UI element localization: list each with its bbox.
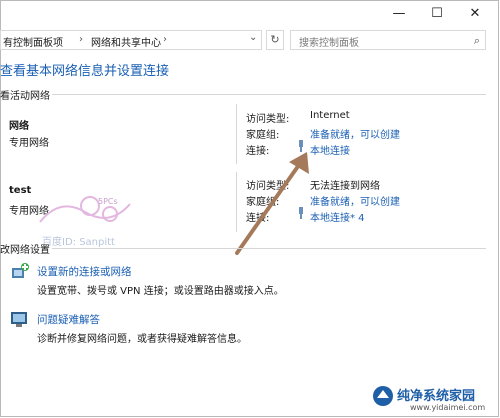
watermark-logo: 5PCs	[39, 196, 131, 223]
breadcrumb-network-center[interactable]: 网络和共享中心	[91, 34, 161, 49]
connection-link[interactable]: 本地连接	[310, 142, 350, 157]
maximize-button[interactable]: ☐	[420, 4, 454, 24]
search-icon[interactable]: ⌕	[474, 34, 480, 48]
address-bar[interactable]: 有控制面板项 › 网络和共享中心 › ⌄	[0, 30, 262, 50]
site-name: 纯净系统家园	[397, 389, 476, 404]
connection-link[interactable]: 本地连接* 4	[310, 209, 365, 224]
change-settings-header: 改网络设置	[0, 245, 50, 256]
setup-connection-desc: 设置宽带、拨号或 VPN 连接；或设置路由器或接入点。	[37, 286, 284, 297]
section-divider	[52, 248, 486, 249]
network-type: 专用网络	[9, 138, 49, 149]
breadcrumb-separator: ›	[79, 34, 83, 45]
close-button[interactable]: ✕	[458, 4, 492, 24]
active-networks-header: 看活动网络	[0, 91, 50, 102]
history-dropdown-icon[interactable]: ⌄	[249, 32, 257, 43]
network-name: 网络	[9, 121, 29, 132]
title-bar: — ☐ ✕	[0, 0, 500, 28]
section-divider	[52, 94, 486, 95]
homegroup-label: 家庭组:	[246, 130, 280, 141]
svg-text:5PCs: 5PCs	[98, 197, 118, 206]
homegroup-link[interactable]: 准备就绪，可以创建	[310, 126, 400, 141]
network-name: test	[9, 185, 32, 196]
troubleshoot-icon	[11, 312, 27, 327]
refresh-button[interactable]: ↻	[266, 30, 284, 50]
access-type-value: 无法连接到网络	[310, 181, 380, 192]
breadcrumb-separator: ›	[163, 34, 167, 45]
setup-connection-link[interactable]: 设置新的连接或网络	[37, 264, 132, 279]
network-setup-icon	[12, 263, 29, 278]
minimize-button[interactable]: —	[382, 4, 416, 24]
breadcrumb-control-panel-items[interactable]: 有控制面板项	[3, 34, 63, 49]
page-title: 查看基本网络信息并设置连接	[0, 64, 170, 79]
site-url: www.yidaimei.com	[410, 403, 486, 412]
access-type-label: 访问类型:	[246, 114, 290, 125]
watermark-text: 百度ID: Sanpitt	[42, 237, 115, 248]
troubleshoot-link[interactable]: 问题疑难解答	[37, 312, 100, 327]
search-input[interactable]: 搜索控制面板	[299, 34, 359, 49]
homegroup-link[interactable]: 准备就绪，可以创建	[310, 193, 400, 208]
troubleshoot-desc: 诊断并修复网络问题，或者获得疑难解答信息。	[37, 334, 247, 345]
search-box[interactable]: 搜索控制面板 ⌕	[290, 30, 486, 50]
access-type-value: Internet	[310, 110, 350, 121]
site-logo-icon	[373, 386, 393, 406]
